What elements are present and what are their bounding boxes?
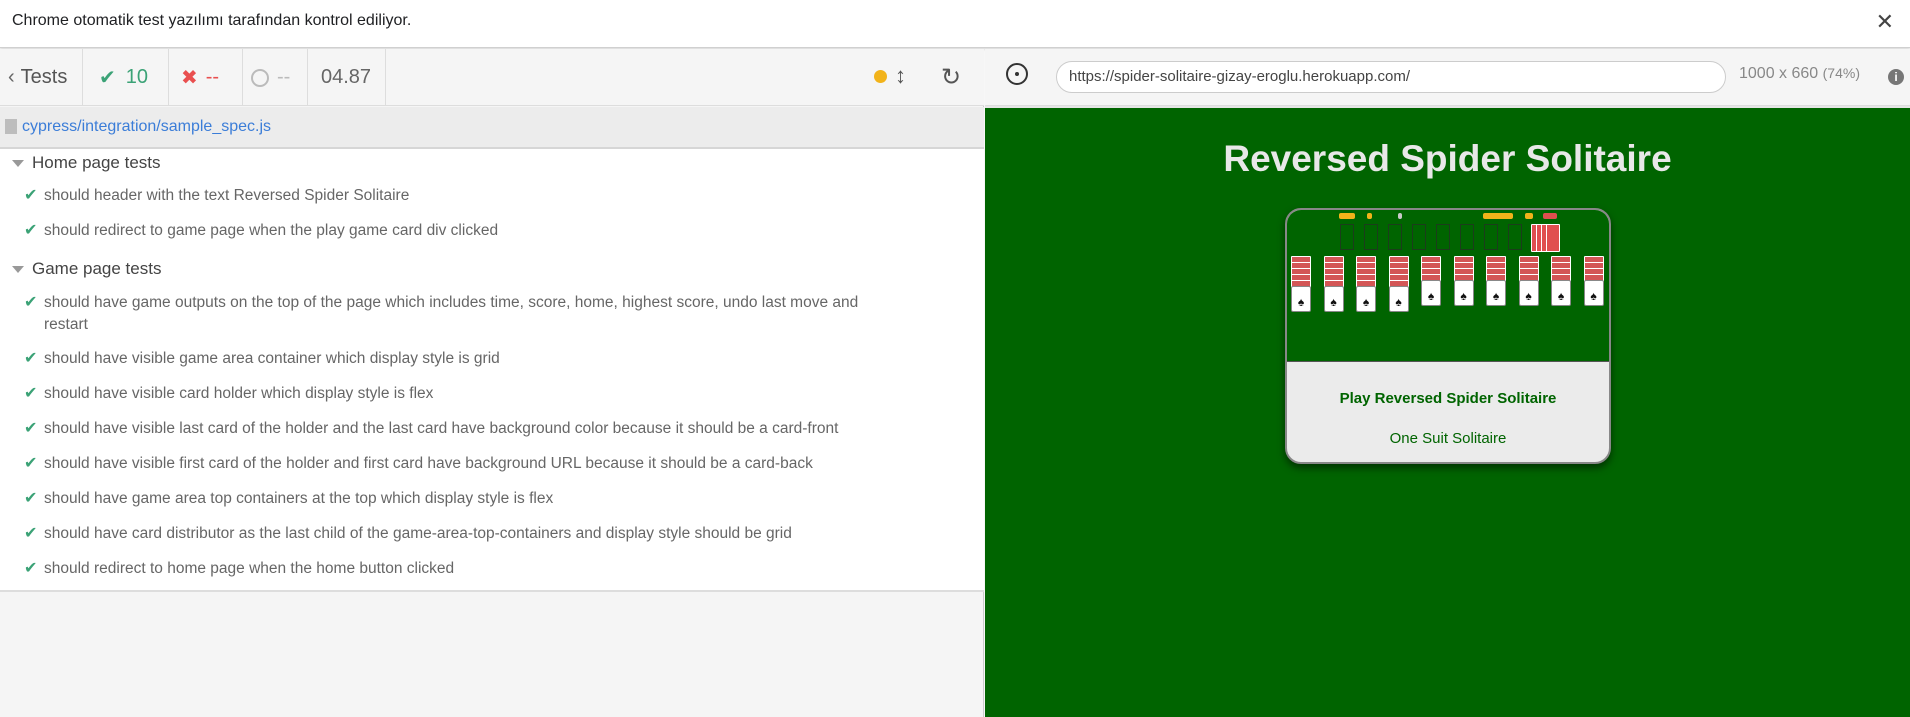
game-preview-image: ♠ ♠ ♠ ♠ ♠ ♠ ♠ ♠ ♠ ♠ (1287, 210, 1609, 362)
app-under-test: Reversed Spider Solitaire ♠ ♠ ♠ ♠ ♠ ♠ ♠ … (985, 106, 1910, 717)
pass-check-icon: ✔ (24, 294, 38, 311)
pass-check-icon: ✔ (24, 420, 38, 437)
cross-icon: ✖ (181, 67, 198, 89)
test-title: should have visible last card of the hol… (44, 420, 839, 437)
pass-check-icon: ✔ (24, 222, 38, 239)
rerun-icon[interactable]: ↻ (941, 63, 961, 92)
pass-check-icon: ✔ (24, 187, 38, 204)
url-bar[interactable]: https://spider-solitaire-gizay-eroglu.he… (1056, 61, 1726, 93)
viewport-size: 1000 x 660 (1739, 65, 1819, 82)
test-title: should have card distributor as the last… (44, 525, 792, 542)
card-front: ♠ (1583, 280, 1604, 306)
tests-button[interactable]: ‹ Tests (0, 49, 83, 106)
automation-infobar: Chrome otomatik test yazılımı tarafından… (0, 0, 1910, 48)
card-front: ♠ (1291, 286, 1311, 312)
play-game-card[interactable]: ♠ ♠ ♠ ♠ ♠ ♠ ♠ ♠ ♠ ♠ Play Reversed Spider Solitair… (1285, 208, 1611, 464)
play-game-label[interactable]: Play Reversed Spider Solitaire (1287, 390, 1609, 407)
card-front: ♠ (1486, 280, 1506, 306)
test-title: should have visible game area container … (44, 350, 500, 367)
pass-check-icon: ✔ (24, 560, 38, 577)
viewport-scale: (74%) (1822, 65, 1860, 81)
running-status-dot (874, 70, 887, 83)
file-icon (5, 119, 17, 134)
infobar-message: Chrome otomatik test yazılımı tarafından… (12, 12, 412, 29)
info-icon[interactable]: i (1888, 69, 1904, 85)
card-front: ♠ (1518, 280, 1539, 306)
test-title: should header with the text Reversed Spi… (44, 187, 410, 204)
card-front: ♠ (1388, 286, 1409, 312)
preview-card-distributor (1531, 224, 1561, 252)
test-title: should have visible card holder which di… (44, 385, 434, 402)
suit-mode-label: One Suit Solitaire (1389, 430, 1507, 447)
selector-playground-icon[interactable] (1006, 63, 1028, 85)
run-duration: 04.87 (308, 49, 386, 106)
test-title: should redirect to game page when the pl… (44, 222, 499, 239)
pass-check-icon: ✔ (24, 455, 38, 472)
spec-file-bar: cypress/integration/sample_spec.js (0, 107, 984, 149)
test-title: should have game area top containers at … (44, 490, 554, 507)
reporter-header: ‹ Tests ✔ 10 ✖ -- -- 04.87 ↕ ↻ (0, 49, 984, 106)
card-front: ♠ (1453, 280, 1474, 306)
close-icon[interactable]: ✕ (1876, 9, 1894, 35)
pass-check-icon: ✔ (24, 350, 38, 367)
card-front: ♠ (1323, 286, 1344, 312)
aut-header: https://spider-solitaire-gizay-eroglu.he… (985, 49, 1910, 106)
suite-title: Game page tests (32, 259, 162, 278)
passed-count-value: 10 (125, 66, 149, 88)
failed-count-value: -- (205, 66, 220, 88)
pass-check-icon: ✔ (24, 490, 38, 507)
suite-home-page[interactable]: Home page tests (0, 153, 161, 173)
pending-count: -- (243, 49, 308, 106)
page-title: Reversed Spider Solitaire (1223, 138, 1672, 179)
suite-title: Home page tests (32, 153, 161, 172)
reporter-panel: ‹ Tests ✔ 10 ✖ -- -- 04.87 ↕ ↻ cypress/i… (0, 49, 984, 717)
card-front: ♠ (1551, 280, 1571, 306)
collapse-triangle-icon (12, 266, 24, 274)
failed-count: ✖ -- (169, 49, 243, 106)
check-icon: ✔ (99, 67, 116, 89)
collapse-triangle-icon (12, 160, 24, 168)
card-front: ♠ (1356, 286, 1376, 312)
test-title: should redirect to home page when the ho… (44, 560, 455, 577)
pending-count-value: -- (277, 66, 291, 88)
chevron-left-icon: ‹ (8, 66, 15, 88)
suite-game-page[interactable]: Game page tests (0, 259, 161, 279)
auto-scroll-toggle-icon[interactable]: ↕ (895, 63, 906, 89)
card-front: ♠ (1421, 280, 1441, 306)
viewport-info: 1000 x 660 (74%) (1739, 65, 1860, 83)
passed-count: ✔ 10 (83, 49, 169, 106)
tests-label: Tests (20, 66, 68, 88)
spec-path-link[interactable]: cypress/integration/sample_spec.js (22, 118, 271, 136)
preview-top-bar (1287, 210, 1609, 222)
test-title: should have visible first card of the ho… (44, 455, 813, 472)
pass-check-icon: ✔ (24, 525, 38, 542)
pending-ring-icon (251, 68, 269, 87)
test-list: Home page tests ✔ should header with the… (0, 149, 984, 592)
pass-check-icon: ✔ (24, 385, 38, 402)
test-title: should have game outputs on the top of t… (44, 294, 859, 333)
